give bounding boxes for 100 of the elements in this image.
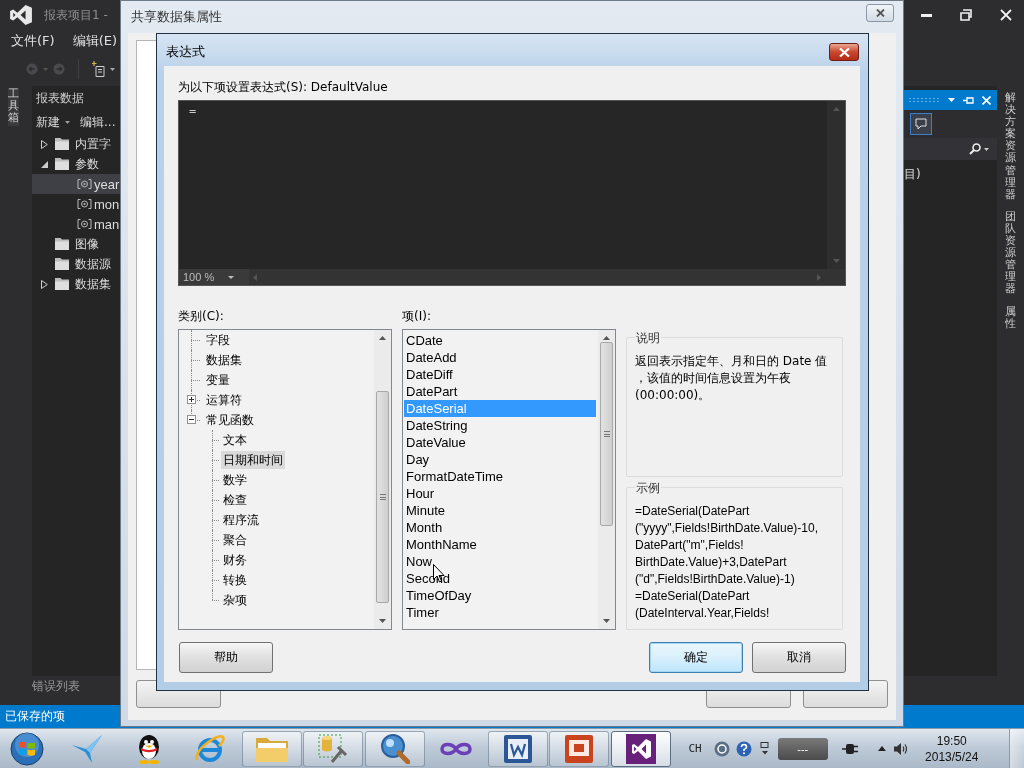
tree-item[interactable]: 参数 (32, 154, 120, 174)
list-item[interactable]: Month (404, 519, 596, 536)
caret-icon[interactable] (948, 98, 955, 102)
tree-item[interactable]: 程序流 (221, 511, 261, 529)
scrollbar-thumb[interactable] (600, 342, 613, 526)
folder-icon (255, 735, 288, 762)
tree-item[interactable]: year (32, 174, 120, 194)
side-tab[interactable]: 团队资源管理器 (1005, 210, 1016, 296)
tree-item[interactable]: 变量 (204, 371, 232, 389)
speech-bubble-icon[interactable] (910, 113, 932, 135)
list-item[interactable]: Now (404, 553, 596, 570)
window-caret-icon[interactable] (759, 742, 770, 755)
vertical-scrollbar[interactable] (598, 330, 615, 629)
edit-menu[interactable]: 编辑... (80, 113, 116, 131)
tree-item[interactable]: 运算符 (204, 391, 244, 409)
tree-item[interactable]: man (32, 214, 120, 234)
close-icon[interactable] (1000, 9, 1012, 21)
collapse-icon[interactable] (41, 160, 48, 168)
list-item[interactable]: Timer (404, 604, 596, 621)
plug-icon[interactable] (841, 742, 858, 755)
arrow-down-icon[interactable] (379, 619, 386, 623)
tree-item[interactable]: 内置字 (32, 134, 120, 154)
speaker-icon[interactable] (893, 741, 908, 756)
list-item[interactable]: Second (404, 570, 596, 587)
list-item[interactable]: CDate (404, 332, 596, 349)
tree-item[interactable]: 图像 (32, 234, 120, 254)
tree-item[interactable]: 数据源 (32, 254, 120, 274)
taskbar-button[interactable] (487, 730, 548, 767)
tree-item[interactable]: 数据集 (204, 351, 244, 369)
group-label: 示例 (635, 480, 661, 496)
error-list-tab[interactable]: 错误列表 (32, 679, 80, 693)
clock[interactable]: 19:50 2013/5/24 (921, 732, 982, 765)
caret-icon[interactable] (110, 67, 115, 71)
minimize-icon[interactable] (921, 13, 932, 17)
pin-icon[interactable] (963, 95, 974, 105)
close-button[interactable] (866, 4, 894, 22)
start-orb-icon[interactable] (10, 731, 44, 766)
tree-item[interactable]: 聚合 (221, 531, 249, 549)
arrow-up-icon[interactable] (379, 336, 386, 340)
collapse-icon[interactable] (187, 415, 196, 424)
tree-item[interactable]: 杂项 (221, 591, 249, 609)
taskbar-button[interactable] (610, 730, 671, 767)
search-field[interactable] (904, 138, 997, 160)
list-item[interactable]: DateValue (404, 434, 596, 451)
ok-button[interactable]: 确定 (649, 642, 743, 673)
vertical-scrollbar[interactable] (374, 330, 391, 629)
tree-item[interactable]: 目) (904, 165, 997, 183)
tree-item[interactable]: 常见函数 (204, 411, 256, 429)
status-text: 已保存的项 (5, 708, 65, 725)
arrow-up-icon[interactable] (877, 746, 886, 751)
input-method-icon[interactable] (713, 740, 730, 757)
list-item[interactable]: Day (404, 451, 596, 468)
tree-item[interactable]: 文本 (221, 431, 249, 449)
help-button[interactable]: 帮助 (179, 642, 273, 673)
tree-item[interactable]: 数据集 (32, 274, 120, 294)
expand-icon[interactable] (187, 395, 196, 404)
side-tab[interactable]: 解决方案资源管理器 (1005, 92, 1016, 201)
tree-item[interactable]: 数学 (221, 471, 249, 489)
tree-item[interactable]: 字段 (204, 331, 232, 349)
zoom-dropdown[interactable]: 100 % (179, 269, 249, 285)
tree-item[interactable]: 检查 (221, 491, 249, 509)
window-title: 报表项目1 - (44, 6, 108, 24)
list-item[interactable]: FormatDateTime (404, 468, 596, 485)
menu-item[interactable]: 编辑(E) (72, 32, 117, 50)
cancel-button[interactable]: 取消 (752, 642, 846, 673)
tree-item[interactable]: 财务 (221, 551, 249, 569)
tree-item[interactable]: mon (32, 194, 120, 214)
scrollbar-thumb[interactable] (376, 391, 389, 603)
tree-item[interactable]: 日期和时间 (221, 451, 285, 469)
search-icon (969, 143, 981, 155)
bird-icon (72, 734, 102, 763)
input-language[interactable]: CH (688, 742, 702, 755)
caret-icon (984, 147, 989, 151)
list-item[interactable]: MonthName (404, 536, 596, 553)
toolbox-tab[interactable]: 工具箱 (8, 88, 19, 127)
presentation-icon (565, 734, 593, 763)
logo-icon (625, 733, 656, 764)
group-label: 说明 (635, 330, 661, 346)
arrow-down-icon[interactable] (603, 619, 610, 623)
list-item[interactable]: DatePart (404, 383, 596, 400)
tray-indicator[interactable]: --- (777, 737, 828, 760)
arrow-up-icon[interactable] (603, 336, 610, 340)
close-icon (875, 9, 885, 17)
list-item[interactable]: TimeOfDay (404, 587, 596, 604)
panel-title: 报表数据 (35, 90, 85, 107)
restore-icon[interactable] (960, 9, 972, 21)
help-icon[interactable] (735, 740, 752, 757)
new-menu[interactable]: 新建 (36, 113, 70, 131)
list-item[interactable]: Hour (404, 485, 596, 502)
tree-item[interactable]: 转换 (221, 571, 249, 589)
menu-item[interactable]: 文件(F) (11, 32, 55, 50)
list-item[interactable]: DateAdd (404, 349, 596, 366)
expression-input[interactable]: = (179, 101, 827, 269)
new-item-icon[interactable] (92, 61, 105, 77)
list-item[interactable]: DateString (404, 417, 596, 434)
list-item[interactable]: DateDiff (404, 366, 596, 383)
close-button[interactable] (829, 43, 859, 61)
list-item[interactable]: Minute (404, 502, 596, 519)
browser-icon (195, 733, 225, 764)
side-tab[interactable]: 属性 (1005, 305, 1016, 330)
